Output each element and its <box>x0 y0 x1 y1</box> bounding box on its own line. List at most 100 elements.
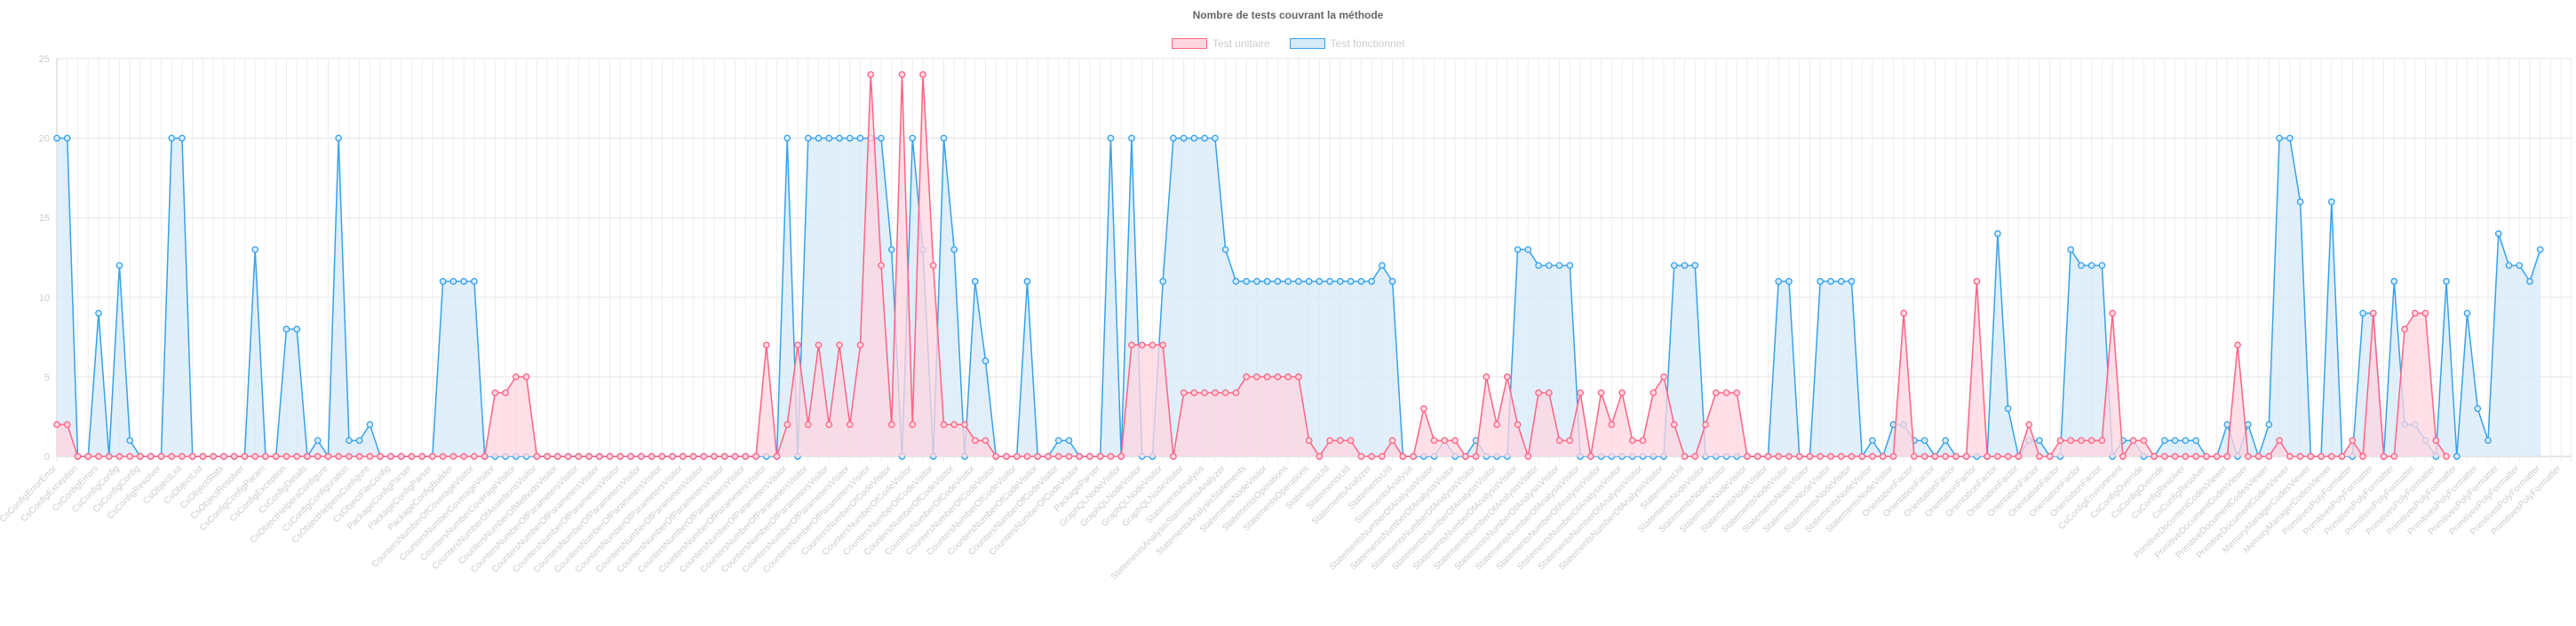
data-point <box>157 453 165 460</box>
data-point <box>188 453 196 460</box>
data-point <box>773 453 781 460</box>
data-point <box>439 278 447 285</box>
data-point <box>1221 389 1229 397</box>
data-point <box>887 246 895 253</box>
data-point <box>1785 453 1793 460</box>
data-point <box>95 309 102 317</box>
data-point <box>1117 453 1125 460</box>
data-point <box>2244 421 2252 429</box>
legend-item-unit[interactable]: Test unitaire <box>1171 37 1270 50</box>
data-point <box>2025 421 2033 429</box>
data-point <box>1096 453 1104 460</box>
data-point <box>2390 278 2398 285</box>
data-point <box>1942 437 1950 444</box>
data-point <box>742 453 750 460</box>
data-point <box>1920 453 1928 460</box>
data-point <box>950 421 958 429</box>
data-point <box>1514 246 1522 253</box>
data-point <box>105 453 113 460</box>
data-point <box>1253 278 1260 285</box>
data-point <box>1316 453 1324 460</box>
data-point <box>471 453 478 460</box>
data-point <box>324 453 332 460</box>
data-point <box>940 134 948 142</box>
data-point <box>950 246 958 253</box>
data-point <box>752 453 759 460</box>
data-point <box>1065 437 1073 444</box>
data-point <box>856 341 864 349</box>
data-point <box>846 421 854 429</box>
data-point <box>1524 453 1532 460</box>
data-point <box>616 453 624 460</box>
data-point <box>2036 437 2043 444</box>
data-point <box>1212 389 1219 397</box>
legend-swatch-functional <box>1289 38 1325 49</box>
data-point <box>1451 437 1459 444</box>
data-point <box>1201 389 1209 397</box>
data-point <box>2004 453 2012 460</box>
data-point <box>346 453 353 460</box>
data-point <box>971 437 979 444</box>
data-point <box>909 134 917 142</box>
data-point <box>1535 389 1542 397</box>
data-point <box>1159 341 1167 349</box>
data-point <box>1201 134 1209 142</box>
data-point <box>794 341 801 349</box>
data-point <box>1461 453 1469 460</box>
data-point <box>804 134 812 142</box>
data-point <box>1086 453 1093 460</box>
data-point <box>1712 389 1720 397</box>
data-point <box>199 453 207 460</box>
data-point <box>2036 453 2043 460</box>
data-point <box>1180 134 1188 142</box>
chart-svg: 0510152025CsConfigErrorErrorCsConfigExce… <box>0 54 2572 582</box>
data-point <box>1858 453 1866 460</box>
data-point <box>1608 421 1616 429</box>
data-point <box>1295 278 1302 285</box>
data-point <box>929 262 937 269</box>
data-point <box>1368 278 1375 285</box>
data-point <box>1848 453 1856 460</box>
data-point <box>460 453 467 460</box>
data-point <box>1149 341 1157 349</box>
data-point <box>53 134 60 142</box>
data-point <box>1357 453 1365 460</box>
data-point <box>731 453 739 460</box>
data-point <box>304 453 311 460</box>
data-point <box>1388 278 1396 285</box>
data-point <box>2182 437 2190 444</box>
legend: Test unitaire Test fonctionnel <box>0 37 2576 50</box>
data-point <box>2380 453 2388 460</box>
data-point <box>2223 453 2231 460</box>
data-point <box>293 453 301 460</box>
data-point <box>115 262 123 269</box>
data-point <box>1524 246 1532 253</box>
data-point <box>63 421 71 429</box>
data-point <box>825 134 833 142</box>
data-point <box>1483 373 1491 381</box>
data-point <box>961 421 968 429</box>
data-point <box>1566 437 1574 444</box>
data-point <box>2129 437 2137 444</box>
data-point <box>2359 309 2366 317</box>
data-point <box>1379 262 1386 269</box>
data-point <box>1232 389 1240 397</box>
data-point <box>878 134 885 142</box>
data-point <box>1347 437 1355 444</box>
data-point <box>846 134 854 142</box>
y-tick-label: 0 <box>44 452 50 463</box>
y-tick-label: 10 <box>39 293 50 304</box>
data-point <box>2182 453 2190 460</box>
data-point <box>366 453 374 460</box>
data-point <box>1817 453 1825 460</box>
data-point <box>1639 437 1647 444</box>
data-point <box>2067 246 2074 253</box>
legend-item-functional[interactable]: Test fonctionnel <box>1289 37 1404 50</box>
data-point <box>2276 134 2283 142</box>
data-point <box>1764 453 1772 460</box>
data-point <box>1681 453 1689 460</box>
data-point <box>282 453 290 460</box>
data-point <box>2056 437 2064 444</box>
data-point <box>2401 325 2408 333</box>
data-point <box>460 278 467 285</box>
